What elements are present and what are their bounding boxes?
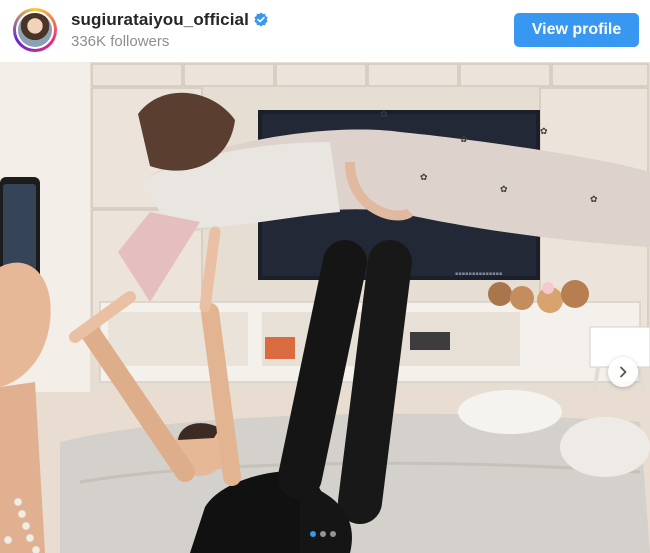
carousel-dot-3[interactable]	[330, 531, 336, 537]
svg-text:✿: ✿	[590, 195, 598, 205]
svg-text:✿: ✿	[380, 110, 388, 120]
post-header: sugiurataiyou_official 336K followers Vi…	[0, 0, 650, 62]
post-photo[interactable]: ▪▪▪▪▪▪▪▪▪▪▪▪▪▪ ✿ ✿ ✿ ✿ ✿ ✿	[0, 62, 650, 553]
svg-text:✿: ✿	[500, 185, 508, 195]
verified-badge-icon	[254, 12, 268, 27]
svg-text:✿: ✿	[460, 135, 468, 145]
carousel-dot-1[interactable]	[310, 531, 316, 537]
svg-text:▪▪▪▪▪▪▪▪▪▪▪▪▪▪: ▪▪▪▪▪▪▪▪▪▪▪▪▪▪	[455, 271, 502, 277]
carousel-dot-2[interactable]	[320, 531, 326, 537]
chevron-right-icon	[620, 366, 627, 378]
carousel-next-button[interactable]	[608, 357, 638, 387]
avatar-story-ring[interactable]	[13, 8, 57, 52]
carousel-indicator	[310, 531, 336, 537]
profile-username[interactable]: sugiurataiyou_official	[71, 10, 249, 30]
photo-scene: ▪▪▪▪▪▪▪▪▪▪▪▪▪▪ ✿✿✿ ✿✿✿	[0, 62, 650, 553]
avatar[interactable]	[16, 11, 54, 49]
view-profile-button[interactable]: View profile	[514, 13, 639, 47]
svg-text:✿: ✿	[540, 127, 548, 137]
follower-count: 336K followers	[71, 33, 170, 50]
svg-text:✿: ✿	[420, 173, 428, 183]
